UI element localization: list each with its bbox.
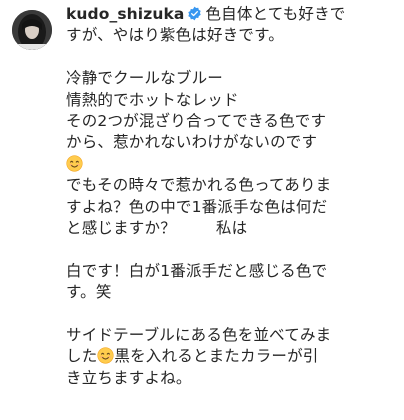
comment-line: すが、やはり紫色は好きです。 (66, 26, 284, 45)
comment-line-split: と感じますか？ 私は (66, 218, 402, 239)
smiling-face-emoji-icon (97, 347, 114, 364)
comment-first-line: kudo_shizuka 色自体とても好きで (66, 4, 402, 25)
comment-line: サイドテーブルにある色を並べてみま (66, 325, 332, 344)
comment: kudo_shizuka 色自体とても好きで すが、やはり紫色は好きです。 冷静で… (0, 0, 404, 420)
comment-line: から、惹かれないわけがないのです (66, 133, 318, 152)
comment-line: す。笑 (66, 283, 112, 302)
comment-line: き立ちますよね。 (66, 368, 192, 387)
smiling-face-emoji-icon (66, 155, 83, 172)
comment-line: と感じますか？ (66, 218, 176, 237)
comment-emoji-line (66, 154, 402, 175)
comment-line: 私は (215, 218, 248, 237)
comment-blank-line (66, 239, 402, 260)
comment-line: でもその時々で惹かれる色ってありま (66, 176, 332, 195)
comment-line: その2つが混ざり合ってできる色です (66, 111, 327, 130)
comment-line: 色自体とても好きで (205, 5, 346, 23)
comment-line: 情熱的でホットなレッド (66, 90, 239, 109)
comment-line: 黒を入れるとまたカラーが引 (114, 347, 319, 366)
comment-body: kudo_shizuka 色自体とても好きで すが、やはり紫色は好きです。 冷静で… (66, 4, 402, 389)
verified-badge-icon (188, 6, 202, 21)
comment-line: 白です！白が1番派手だと感じる色で (66, 261, 328, 280)
profile-avatar[interactable] (12, 10, 52, 50)
avatar-image (12, 10, 52, 50)
comment-line: 冷静でクールなブルー (66, 69, 224, 88)
comment-line: すよね？色の中で1番派手な色は何だ (66, 197, 328, 216)
comment-blank-line (66, 303, 402, 324)
comment-line: した (66, 347, 98, 366)
comment-blank-line (66, 47, 402, 68)
username-link[interactable]: kudo_shizuka (66, 5, 184, 23)
comment-line-with-emoji: した 黒を入れるとまたカラーが引 (66, 346, 402, 367)
